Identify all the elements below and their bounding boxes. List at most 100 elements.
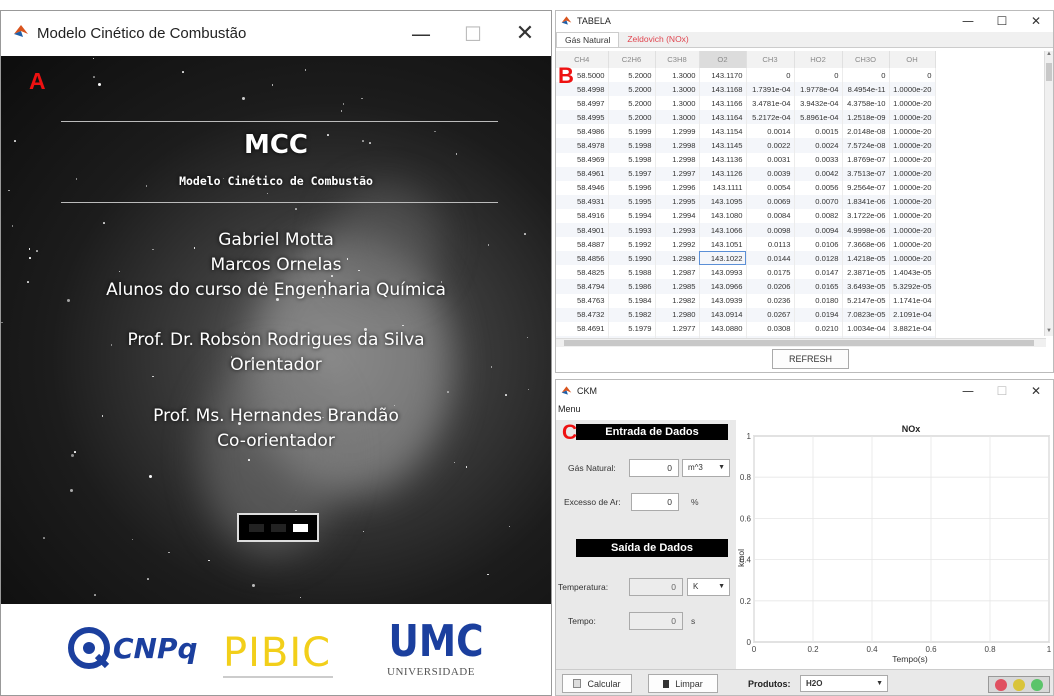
table-cell[interactable]: 1.3000 — [655, 82, 700, 97]
minimize-icon[interactable]: — — [951, 380, 985, 402]
table-cell[interactable]: 1.0000e-20 — [889, 96, 936, 111]
table-cell[interactable]: 143.1022 — [699, 251, 747, 266]
table-row[interactable]: 58.4946 5.1996 1.2996 143.1111 0.0054 0.0056 9… — [556, 180, 936, 195]
table-cell[interactable]: 1.0000e-20 — [889, 208, 936, 224]
table-cell[interactable]: 1.2998 — [655, 138, 700, 153]
table-cell[interactable]: 143.1111 — [699, 180, 747, 195]
table-cell[interactable]: 1.0000e-20 — [889, 166, 936, 181]
excesso-input[interactable]: 0 — [631, 493, 679, 511]
table-cell[interactable]: 3.6493e-05 — [842, 279, 890, 294]
table-cell[interactable]: 58.4732 — [556, 307, 609, 322]
table-cell[interactable]: 1.0000e-20 — [889, 251, 936, 266]
table-cell[interactable]: 2.1091e-04 — [889, 307, 936, 322]
table-row[interactable]: 58.4763 5.1984 1.2982 143.0939 0.0236 0.0180 5… — [556, 293, 936, 308]
table-cell[interactable]: 3.4781e-04 — [746, 96, 795, 111]
table-cell[interactable]: 0.0082 — [794, 208, 843, 224]
table-cell[interactable]: 0.0069 — [746, 194, 795, 209]
tab-zeldovich[interactable]: Zeldovich (NOx) — [619, 32, 696, 47]
table-cell[interactable]: 1.3000 — [655, 68, 700, 83]
table-cell[interactable]: 1.2985 — [655, 279, 700, 294]
table-cell[interactable]: 143.0993 — [699, 265, 747, 280]
table-cell[interactable]: 0.0054 — [746, 180, 795, 195]
table-row[interactable]: 58.4887 5.1992 1.2992 143.1051 0.0113 0.0106 7… — [556, 237, 936, 252]
table-row[interactable]: 58.4978 5.1998 1.2998 143.1145 0.0022 0.0024 7… — [556, 138, 936, 153]
table-cell[interactable]: 5.1994 — [608, 208, 656, 224]
table-cell[interactable]: 58.4995 — [556, 110, 609, 125]
table-cell[interactable]: 1.0000e-20 — [889, 237, 936, 252]
table-cell[interactable]: 5.1986 — [608, 279, 656, 294]
close-icon[interactable]: ✕ — [499, 11, 551, 56]
table-cell[interactable]: 0.0180 — [794, 293, 843, 308]
table-cell[interactable]: 58.4978 — [556, 138, 609, 153]
table-cell[interactable]: 5.2000 — [608, 110, 656, 125]
table-cell[interactable]: 143.1095 — [699, 194, 747, 209]
table-cell[interactable]: 143.1154 — [699, 124, 747, 139]
table-cell[interactable]: 0.0033 — [794, 152, 843, 167]
table-cell[interactable]: 0.0098 — [746, 223, 795, 238]
table-cell[interactable]: 7.0823e-05 — [842, 307, 890, 322]
tabela-titlebar[interactable]: TABELA — ☐ ✕ — [556, 11, 1053, 31]
table-cell[interactable]: 143.1051 — [699, 237, 747, 252]
table-cell[interactable]: 143.0914 — [699, 307, 747, 322]
table-cell[interactable]: 1.2987 — [655, 265, 700, 280]
table-cell[interactable]: 0.0094 — [794, 223, 843, 238]
table-cell[interactable]: 7.5724e-08 — [842, 138, 890, 153]
tab-gas-natural[interactable]: Gás Natural — [556, 32, 620, 47]
maximize-icon[interactable]: ☐ — [985, 11, 1019, 31]
table-cell[interactable]: 3.8821e-04 — [889, 321, 936, 336]
produtos-select[interactable]: H2O ▼ — [800, 675, 888, 692]
table-cell[interactable]: 143.0966 — [699, 279, 747, 294]
table-cell[interactable]: 143.1066 — [699, 223, 747, 238]
table-cell[interactable]: 1.2995 — [655, 194, 700, 209]
table-cell[interactable]: 58.4856 — [556, 251, 609, 266]
table-row[interactable]: 58.4916 5.1994 1.2994 143.1080 0.0084 0.0082 3… — [556, 208, 936, 224]
table-cell[interactable]: 1.1741e-04 — [889, 293, 936, 308]
table-cell[interactable]: 1.2998 — [655, 152, 700, 167]
table-row[interactable]: 58.4998 5.2000 1.3000 143.1168 1.7391e-04 1.9… — [556, 82, 936, 97]
column-header-c2h6[interactable]: C2H6 — [608, 51, 656, 68]
table-cell[interactable]: 0.0194 — [794, 307, 843, 322]
table-cell[interactable]: 58.4931 — [556, 194, 609, 209]
table-cell[interactable]: 1.2997 — [655, 166, 700, 181]
table-cell[interactable]: 58.4961 — [556, 166, 609, 181]
table-cell[interactable]: 5.1982 — [608, 307, 656, 322]
table-cell[interactable]: 5.2172e-04 — [746, 110, 795, 125]
minimize-icon[interactable]: — — [395, 11, 447, 56]
minimize-icon[interactable]: — — [951, 11, 985, 31]
table-cell[interactable]: 143.1164 — [699, 110, 747, 125]
close-icon[interactable]: ✕ — [1019, 11, 1053, 31]
table-cell[interactable]: 1.2982 — [655, 293, 700, 308]
table-cell[interactable]: 3.9432e-04 — [794, 96, 843, 111]
column-header-ho2[interactable]: HO2 — [794, 51, 843, 68]
table-cell[interactable]: 5.1992 — [608, 237, 656, 252]
temp-unit-select[interactable]: K ▼ — [687, 578, 730, 596]
ckm-titlebar[interactable]: CKM — ☐ ✕ — [556, 380, 1053, 402]
table-cell[interactable]: 5.1993 — [608, 223, 656, 238]
table-cell[interactable]: 9.2564e-07 — [842, 180, 890, 195]
table-cell[interactable]: 0.0031 — [746, 152, 795, 167]
table-cell[interactable]: 5.1997 — [608, 166, 656, 181]
table-cell[interactable]: 1.8341e-06 — [842, 194, 890, 209]
table-cell[interactable]: 58.4691 — [556, 321, 609, 336]
table-cell[interactable]: 5.1979 — [608, 321, 656, 336]
table-cell[interactable]: 3.1722e-06 — [842, 208, 890, 224]
table-cell[interactable]: 1.8769e-07 — [842, 152, 890, 167]
table-row[interactable]: 58.4995 5.2000 1.3000 143.1164 5.2172e-04 5.8… — [556, 110, 936, 125]
maximize-icon[interactable]: ☐ — [447, 11, 499, 56]
table-cell[interactable]: 0.0024 — [794, 138, 843, 153]
table-cell[interactable]: 58.4986 — [556, 124, 609, 139]
table-row[interactable]: 58.4794 5.1986 1.2985 143.0966 0.0206 0.0165 3… — [556, 279, 936, 294]
table-cell[interactable]: 0.0175 — [746, 265, 795, 280]
table-cell[interactable]: 5.1998 — [608, 138, 656, 153]
table-cell[interactable]: 5.2000 — [608, 82, 656, 97]
table-cell[interactable]: 1.2999 — [655, 124, 700, 139]
calcular-button[interactable]: Calcular — [562, 674, 632, 693]
table-cell[interactable]: 0 — [794, 68, 843, 83]
table-cell[interactable]: 1.0000e-20 — [889, 223, 936, 238]
table-cell[interactable]: 0.0236 — [746, 293, 795, 308]
table-cell[interactable]: 0.0084 — [746, 208, 795, 224]
table-cell[interactable]: 58.4946 — [556, 180, 609, 195]
table-cell[interactable]: 0.0165 — [794, 279, 843, 294]
table-cell[interactable]: 0.0070 — [794, 194, 843, 209]
table-cell[interactable]: 0.0022 — [746, 138, 795, 153]
